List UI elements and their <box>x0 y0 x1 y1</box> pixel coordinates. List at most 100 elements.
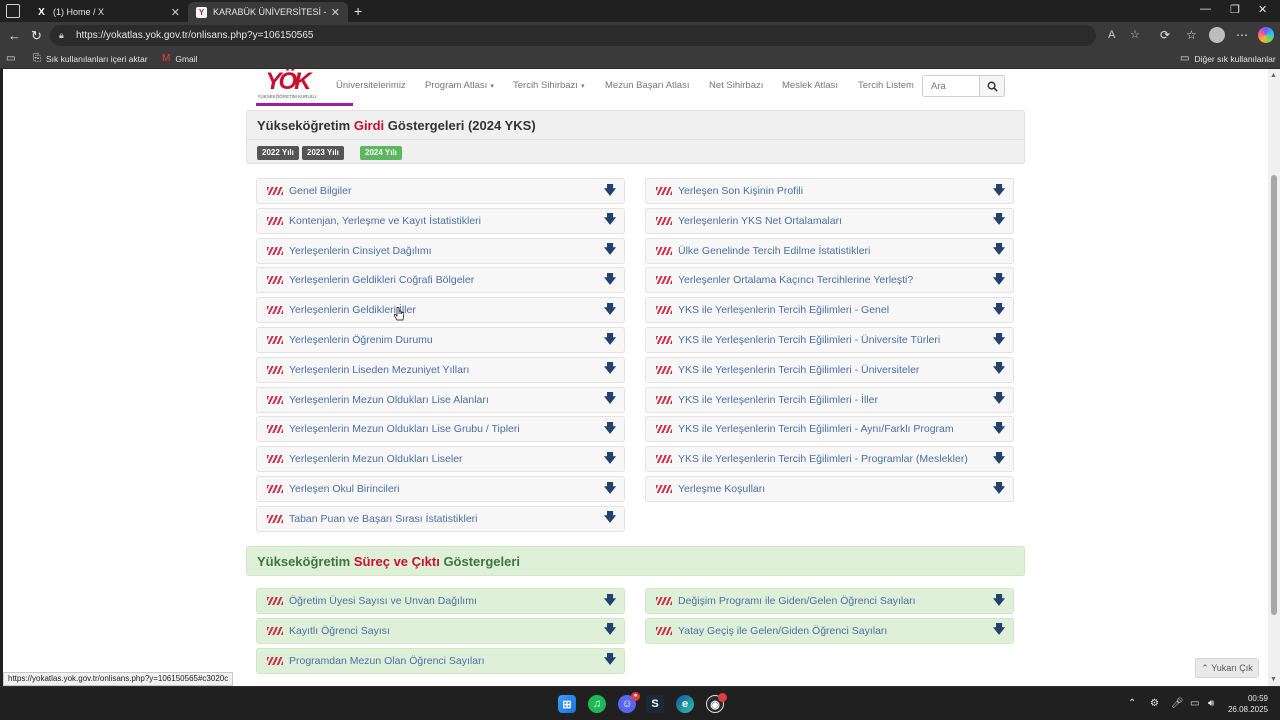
search-input[interactable] <box>922 75 980 97</box>
scroll-top-button[interactable]: ⌃ Yukarı Çık <box>1195 658 1259 678</box>
accordion-item[interactable]: Yerleşenlerin Öğrenim Durumu 🡇 <box>256 327 625 353</box>
accordion-item-label: YKS ile Yerleşenlerin Tercih Eğilimleri … <box>678 423 954 436</box>
year-tag-2024[interactable]: 2024 Yılı <box>360 146 402 160</box>
accordion-item[interactable]: Taban Puan ve Başarı Sırası İstatistikle… <box>256 505 625 532</box>
menu-item[interactable]: Tercih Listem <box>858 80 914 91</box>
clock-time: 00:59 <box>1247 694 1268 703</box>
tab-actions-icon[interactable] <box>6 4 20 18</box>
close-tab-icon[interactable]: ✕ <box>331 6 340 19</box>
accordion-item[interactable]: YKS ile Yerleşenlerin Tercih Eğilimleri … <box>645 446 1014 473</box>
accordion-item-label: Yerleşen Okul Birincileri <box>289 483 400 495</box>
accordion-item[interactable]: Kontenjan, Yerleşme ve Kayıt İstatistikl… <box>256 207 625 234</box>
yok-mini-logo-icon <box>267 424 283 434</box>
year-tag-2022[interactable]: 2022 Yılı <box>257 146 299 160</box>
back-icon[interactable]: ← <box>8 28 21 43</box>
address-bar[interactable]: 🔒︎ https://yokatlas.yok.gov.tr/onlisans.… <box>50 25 1140 46</box>
windows-start-icon[interactable]: ⊞ <box>558 695 576 713</box>
close-tab-icon[interactable]: ✕ <box>171 6 180 19</box>
accordion-item[interactable]: Yerleşenlerin YKS Net Ortalamaları 🡇 <box>645 207 1014 234</box>
read-aloud-icon[interactable]: A <box>1108 25 1115 46</box>
menu-item[interactable]: Tercih Sihirbazı ▾ <box>513 80 584 91</box>
steam-icon[interactable]: S <box>646 695 664 713</box>
minimize-icon[interactable]: — <box>1200 3 1211 15</box>
accordion-item[interactable]: Yerleşenlerin Cinsiyet Dağılımı 🡇 <box>256 237 625 264</box>
accordion-item[interactable]: Genel Bilgiler 🡇 <box>256 178 625 204</box>
arrow-down-icon: 🡇 <box>603 592 617 607</box>
accordion-item[interactable]: Yerleşenlerin Mezun Oldukları Liseler 🡇 <box>256 446 625 473</box>
accordion-item[interactable]: Yerleşenlerin Liseden Mezuniyet Yılları 🡇 <box>256 356 625 383</box>
tab-x-home[interactable]: X (1) Home / X ✕ <box>28 2 188 22</box>
accordion-item[interactable]: Öğretim Üyesi Sayısı ve Unvan Dağılımı 🡇 <box>256 588 625 614</box>
accordion-item[interactable]: Ülke Genelinde Tercih Edilme İstatistikl… <box>645 237 1014 264</box>
copilot-icon[interactable] <box>1258 27 1274 43</box>
yok-mini-logo-icon <box>656 484 672 494</box>
yok-mini-logo-icon <box>267 335 283 345</box>
accordion-item[interactable]: Kayıtlı Öğrenci Sayısı 🡇 <box>256 617 625 644</box>
accordion-item[interactable]: Yerleşenlerin Geldikleri Coğrafi Bölgele… <box>256 267 625 294</box>
page-viewport: YÖK YÜKSEKÖĞRETİM KURULU Üniversitelerim… <box>3 69 1268 686</box>
favorites-icon[interactable]: ☆ <box>1186 28 1197 42</box>
discord-icon[interactable]: ☺ ● <box>618 692 640 713</box>
new-tab-icon[interactable]: + <box>354 3 362 19</box>
site-info-icon[interactable]: 🔒︎ <box>59 25 64 46</box>
scroll-up-icon[interactable]: ▲ <box>1270 72 1277 79</box>
accordion-item[interactable]: Değişim Programı ile Giden/Gelen Öğrenci… <box>645 588 1014 614</box>
accordion-item[interactable]: Yerleşenlerin Mezun Oldukları Lise Alanl… <box>256 386 625 413</box>
year-tag-2023[interactable]: 2023 Yılı <box>302 146 344 160</box>
accordion-item[interactable]: Yerleşen Okul Birincileri 🡇 <box>256 476 625 502</box>
accordion-item[interactable]: Yerleşenler Ortalama Kaçıncı Tercihlerin… <box>645 267 1014 294</box>
menu-item[interactable]: Mezun Başarı Atlası <box>605 80 689 91</box>
edge-icon[interactable]: e <box>676 695 694 713</box>
accordion-item[interactable]: YKS ile Yerleşenlerin Tercih Eğilimleri … <box>645 327 1014 353</box>
network-icon[interactable]: ▭ <box>1190 698 1199 709</box>
yok-mini-logo-icon <box>267 596 283 606</box>
accordion-item[interactable]: YKS ile Yerleşenlerin Tercih Eğilimleri … <box>645 386 1014 413</box>
yok-mini-logo-icon <box>656 335 672 345</box>
obs-icon[interactable]: ◉ <box>706 693 727 713</box>
accordion-item[interactable]: YKS ile Yerleşenlerin Tercih Eğilimleri … <box>645 416 1014 443</box>
refresh-icon[interactable]: ↻ <box>31 28 42 44</box>
accordion-item[interactable]: YKS ile Yerleşenlerin Tercih Eğilimleri … <box>645 356 1014 383</box>
sidebar-toggle-icon[interactable]: ▭ <box>6 53 20 64</box>
profile-avatar[interactable] <box>1209 27 1225 43</box>
system-clock[interactable]: 00:59 26.08.2025 <box>1228 693 1268 715</box>
accordion-item[interactable]: Yerleşme Koşulları 🡇 <box>645 476 1014 502</box>
bookmark-gmail[interactable]: M Gmail <box>162 53 198 64</box>
yok-mini-logo-icon <box>267 395 283 405</box>
accordion-item[interactable]: Yatay Geçiş ile Gelen/Giden Öğrenci Sayı… <box>645 617 1014 644</box>
spotify-icon[interactable]: ♫ <box>588 695 606 713</box>
search-button[interactable] <box>979 75 1005 97</box>
yok-logo[interactable]: YÖK YÜKSEKÖĞRETİM KURULU <box>255 70 319 102</box>
menu-item[interactable]: Net Sihirbazı <box>709 80 763 91</box>
volume-icon[interactable]: 🔊︎ <box>1208 698 1214 709</box>
tray-overflow-icon[interactable]: ⌃ <box>1128 698 1136 709</box>
yok-mini-logo-icon <box>267 186 283 196</box>
microphone-icon[interactable]: 🎤︎ <box>1171 698 1184 709</box>
arrow-down-icon: 🡇 <box>603 242 617 257</box>
bookmark-import[interactable]: ⎘ Sık kullanılanları içeri aktar <box>33 53 148 64</box>
accordion-item[interactable]: Yerleşenlerin Mezun Oldukları Lise Grubu… <box>256 416 625 443</box>
maximize-icon[interactable]: ❐ <box>1230 3 1240 16</box>
scroll-thumb[interactable] <box>1271 175 1277 615</box>
bookmark-other[interactable]: ▭ Diğer sık kullanılanlar <box>1180 53 1276 64</box>
menu-item[interactable]: Program Atlası ▾ <box>425 80 494 91</box>
steam-tray-icon[interactable]: ⚙ <box>1150 698 1159 709</box>
more-menu-icon[interactable]: ⋯ <box>1236 28 1248 42</box>
accordion-item[interactable]: Programdan Mezun Olan Öğrenci Sayıları 🡇 <box>256 647 625 674</box>
tab-yokatlas[interactable]: Y KARABÜK ÜNİVERSİTESİ - Otobo ✕ <box>188 2 348 22</box>
menu-item[interactable]: Meslek Atlası <box>782 80 838 91</box>
favorite-star-icon[interactable]: ☆ <box>1130 25 1140 46</box>
extensions-icon[interactable]: ⟳ <box>1160 28 1170 42</box>
page-scrollbar[interactable]: ▲ ▼ <box>1268 69 1280 686</box>
accordion-item[interactable]: Yerleşen Son Kişinin Profili 🡇 <box>645 178 1014 204</box>
scroll-down-icon[interactable]: ▼ <box>1270 676 1277 683</box>
divider <box>247 139 1024 140</box>
accordion-item[interactable]: Yerleşenlerin Geldikleri İller 🡇 <box>256 297 625 324</box>
accordion-item[interactable]: YKS ile Yerleşenlerin Tercih Eğilimleri … <box>645 297 1014 324</box>
close-window-icon[interactable]: ✕ <box>1258 3 1267 16</box>
yok-mini-logo-icon <box>267 365 283 375</box>
menu-item[interactable]: Üniversitelerimiz <box>336 80 406 91</box>
yok-mini-logo-icon <box>267 454 283 464</box>
yok-mini-logo-icon <box>267 514 283 524</box>
yok-mini-logo-icon <box>656 305 672 315</box>
